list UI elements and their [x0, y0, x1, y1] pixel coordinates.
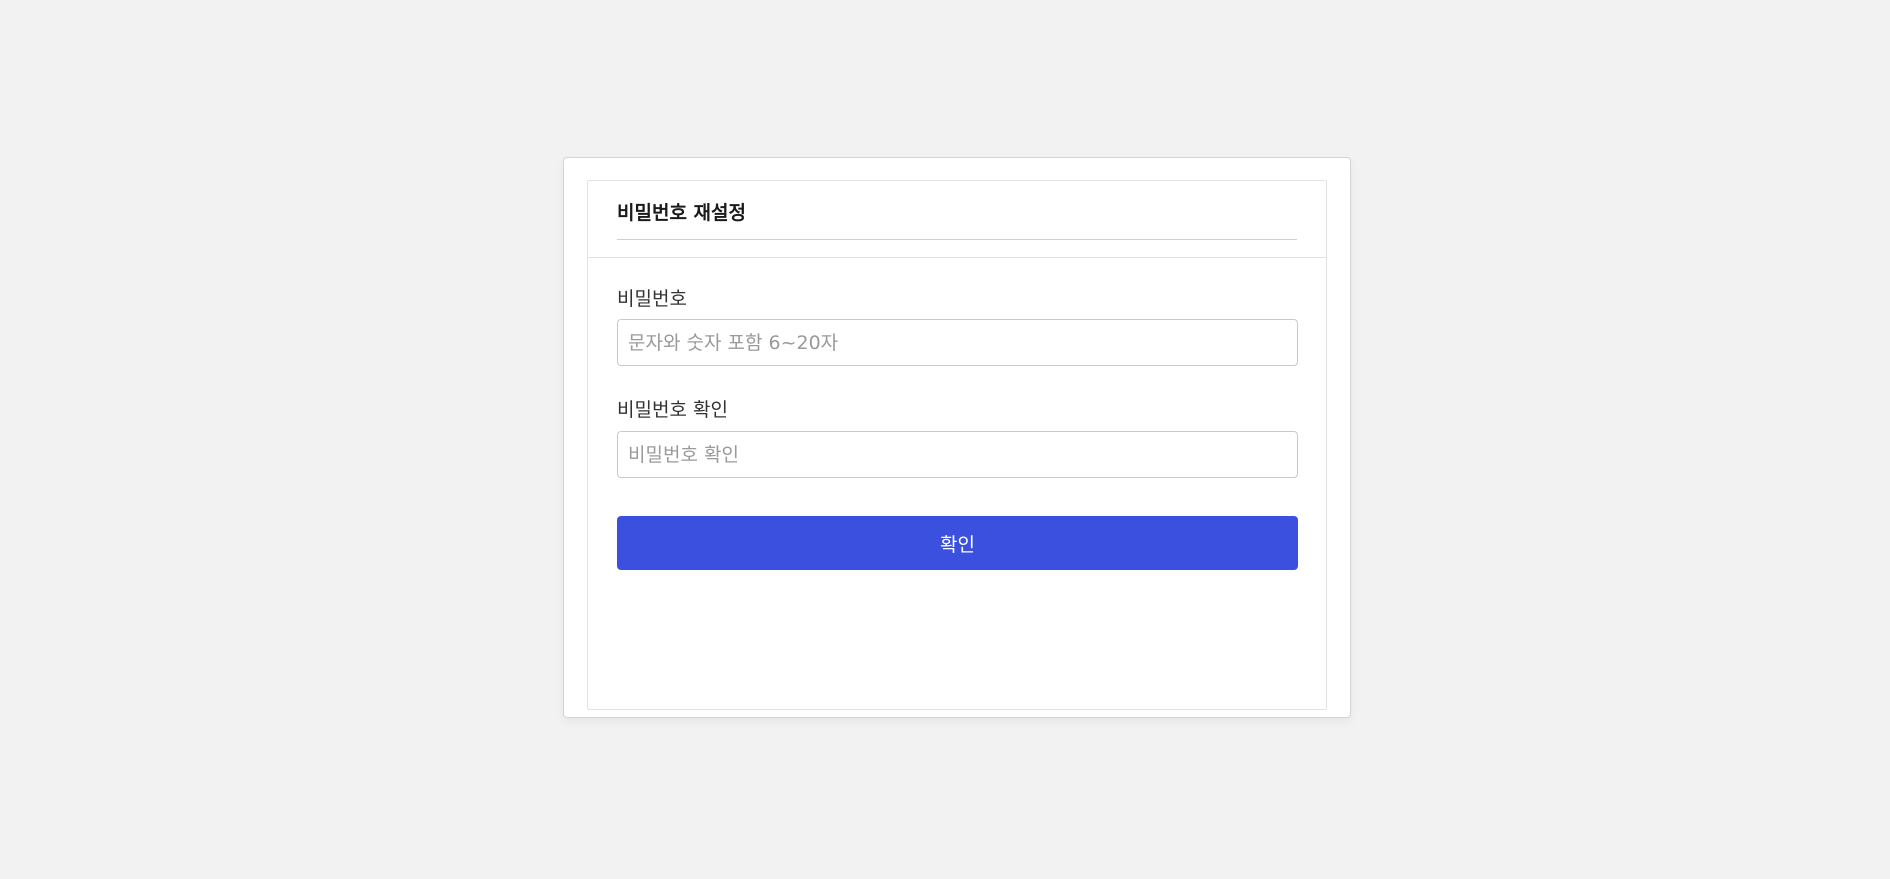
password-confirm-label: 비밀번호 확인: [617, 399, 728, 421]
reset-password-panel: 비밀번호 재설정 비밀번호 비밀번호 확인 확인: [587, 180, 1327, 710]
password-input[interactable]: [617, 319, 1298, 366]
password-label: 비밀번호: [617, 288, 687, 310]
page-title: 비밀번호 재설정: [617, 202, 746, 224]
password-confirm-input[interactable]: [617, 431, 1298, 478]
confirm-button[interactable]: 확인: [617, 516, 1298, 570]
panel-header: 비밀번호 재설정: [588, 181, 1326, 258]
title-divider: [617, 239, 1297, 240]
reset-password-card: 비밀번호 재설정 비밀번호 비밀번호 확인 확인: [563, 157, 1351, 718]
